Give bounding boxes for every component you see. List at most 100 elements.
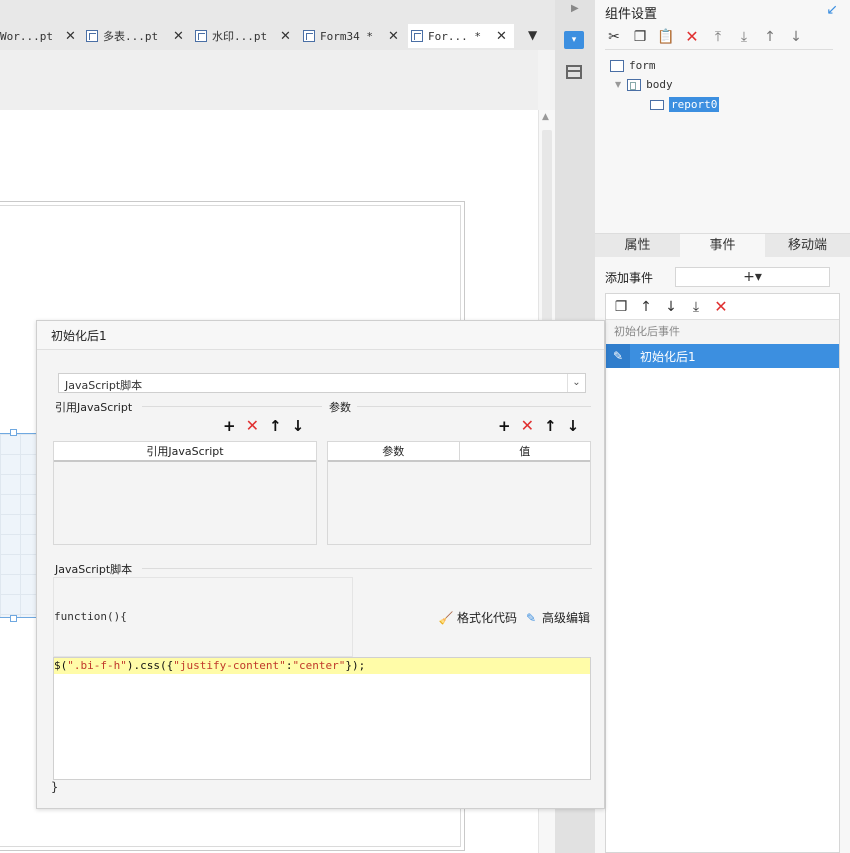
format-code-label: 格式化代码 [457, 611, 518, 625]
tab-label: Wor...pt [0, 29, 53, 43]
tab-list-icon[interactable]: ▼ [528, 28, 544, 44]
delete-icon[interactable]: ✕ [246, 416, 259, 435]
edit-icon: ✎ [525, 610, 537, 625]
event-group-header: 初始化后事件 [606, 320, 839, 344]
move-bottom-icon[interactable]: ⤓ [687, 298, 705, 316]
move-down-icon[interactable]: ↓ [567, 417, 580, 435]
form-icon [411, 30, 423, 42]
scroll-up-icon[interactable]: ▲ [542, 112, 549, 122]
delete-icon[interactable]: ✕ [521, 416, 534, 435]
tab-form34[interactable]: Form34 * ✕ [303, 24, 405, 48]
chevron-down-icon[interactable]: ⌄ [567, 374, 585, 392]
pin-icon[interactable]: ↙ [826, 2, 838, 18]
tab-events[interactable]: 事件 [680, 234, 765, 257]
event-toolbar: ❐ ↑ ↓ ⤓ ✕ [606, 294, 839, 320]
add-event-label: 添加事件 [605, 270, 654, 285]
function-header: function(){ [54, 610, 127, 623]
tab-label: 水印...pt [212, 30, 268, 43]
close-icon[interactable]: ✕ [388, 29, 399, 44]
component-settings-panel: 组件设置 ↙ ✂ ❐ 📋 ✕ ⤒ ⤓ ↑ ↓ form ▼ body repor… [595, 0, 850, 853]
tree-node-form[interactable]: form [610, 59, 656, 72]
add-icon[interactable]: + [498, 417, 511, 435]
broom-icon: 🧹 [438, 610, 454, 625]
event-item[interactable]: ✎ 初始化后1 [606, 344, 839, 368]
advanced-edit-label: 高级编辑 [542, 611, 591, 625]
delete-icon[interactable]: ✕ [683, 27, 701, 46]
ref-js-tools: + ✕ ↑ ↓ [223, 416, 314, 435]
ref-js-label: 引用JavaScript [55, 401, 133, 414]
close-icon[interactable]: ✕ [173, 29, 184, 44]
close-icon[interactable]: ✕ [496, 29, 507, 44]
copy-icon[interactable]: ❐ [631, 28, 649, 46]
form-icon [610, 59, 624, 72]
component-toolbar: ✂ ❐ 📋 ✕ ⤒ ⤓ ↑ ↓ [605, 24, 833, 50]
ref-js-table-header: 引用JavaScript [54, 442, 316, 462]
close-icon[interactable]: ✕ [65, 29, 76, 44]
form-icon [303, 30, 315, 42]
move-down-icon[interactable]: ↓ [662, 298, 680, 316]
params-table-header: 参数 值 [328, 442, 590, 462]
tab-watermark[interactable]: 水印...pt ✕ [195, 24, 299, 48]
delete-icon[interactable]: ✕ [712, 297, 730, 316]
tab-multi-table[interactable]: 多表...pt ✕ [86, 24, 190, 48]
move-up-icon[interactable]: ↑ [269, 417, 282, 435]
params-label: 参数 [329, 401, 351, 414]
tab-properties[interactable]: 属性 [595, 234, 680, 257]
params-tools: + ✕ ↑ ↓ [498, 416, 589, 435]
report-icon [86, 30, 98, 42]
event-item-label: 初始化后1 [640, 349, 696, 364]
format-code-button[interactable]: 🧹 格式化代码 [439, 609, 517, 626]
move-bottom-icon[interactable]: ⤓ [735, 28, 753, 46]
event-editor-dialog: 初始化后1 JavaScript脚本 ⌄ 引用JavaScript 参数 + ✕… [36, 320, 605, 809]
function-footer: } [51, 780, 59, 794]
tab-wor[interactable]: Wor...pt ✕ [0, 24, 82, 48]
add-event-row: 添加事件 +▾ [605, 266, 840, 288]
script-type-value: JavaScript脚本 [65, 379, 143, 392]
body-icon [627, 78, 642, 91]
dialog-titlebar [37, 321, 604, 350]
tab-mobile[interactable]: 移动端 [765, 234, 850, 257]
paste-icon[interactable]: 📋 [657, 28, 675, 46]
widget-settings-icon[interactable]: ▾ [564, 31, 584, 49]
tab-label: 多表...pt [103, 30, 159, 43]
column-header: 值 [458, 442, 591, 460]
layout-icon[interactable] [566, 65, 582, 79]
close-icon[interactable]: ✕ [280, 29, 291, 44]
code-line[interactable]: $(".bi-f-h").css({"justify-content":"cen… [54, 658, 590, 674]
tab-label: Form34 * [320, 29, 373, 43]
code-editor[interactable]: $(".bi-f-h").css({"justify-content":"cen… [53, 657, 591, 780]
cut-icon[interactable]: ✂ [605, 28, 623, 46]
resize-handle[interactable] [10, 429, 17, 436]
tree-node-body[interactable]: ▼ body [615, 78, 673, 91]
edit-icon[interactable]: ✎ [606, 344, 630, 368]
add-event-button[interactable]: +▾ [675, 267, 830, 287]
divider [357, 406, 591, 407]
divider [142, 406, 322, 407]
divider [142, 568, 592, 569]
copy-icon[interactable]: ❐ [612, 298, 630, 316]
params-table[interactable]: 参数 值 [327, 441, 591, 545]
panel-title: 组件设置 [605, 7, 658, 22]
move-top-icon[interactable]: ⤒ [709, 28, 727, 46]
move-up-icon[interactable]: ↑ [761, 28, 779, 46]
report-widget-selection[interactable] [0, 433, 40, 618]
move-down-icon[interactable]: ↓ [787, 28, 805, 46]
advanced-edit-button[interactable]: ✎ 高级编辑 [524, 609, 590, 626]
dialog-title: 初始化后1 [51, 329, 107, 343]
tab-form-active[interactable]: For... * ✕ [408, 24, 514, 48]
ref-js-table[interactable]: 引用JavaScript [53, 441, 317, 545]
report-widget-icon [650, 99, 664, 110]
collapse-icon[interactable]: ▼ [615, 80, 621, 89]
column-header: 引用JavaScript [146, 445, 224, 458]
expand-icon[interactable]: ▶ [571, 3, 579, 14]
tab-label: For... * [428, 29, 481, 43]
move-up-icon[interactable]: ↑ [637, 298, 655, 316]
resize-handle[interactable] [10, 615, 17, 622]
add-icon[interactable]: + [223, 417, 236, 435]
function-header-box: function(){ [53, 577, 353, 657]
script-type-select[interactable]: JavaScript脚本 ⌄ [58, 373, 586, 393]
move-down-icon[interactable]: ↓ [292, 417, 305, 435]
move-up-icon[interactable]: ↑ [544, 417, 557, 435]
tree-node-report[interactable]: report0 [650, 97, 720, 112]
column-header: 参数 [382, 445, 405, 458]
